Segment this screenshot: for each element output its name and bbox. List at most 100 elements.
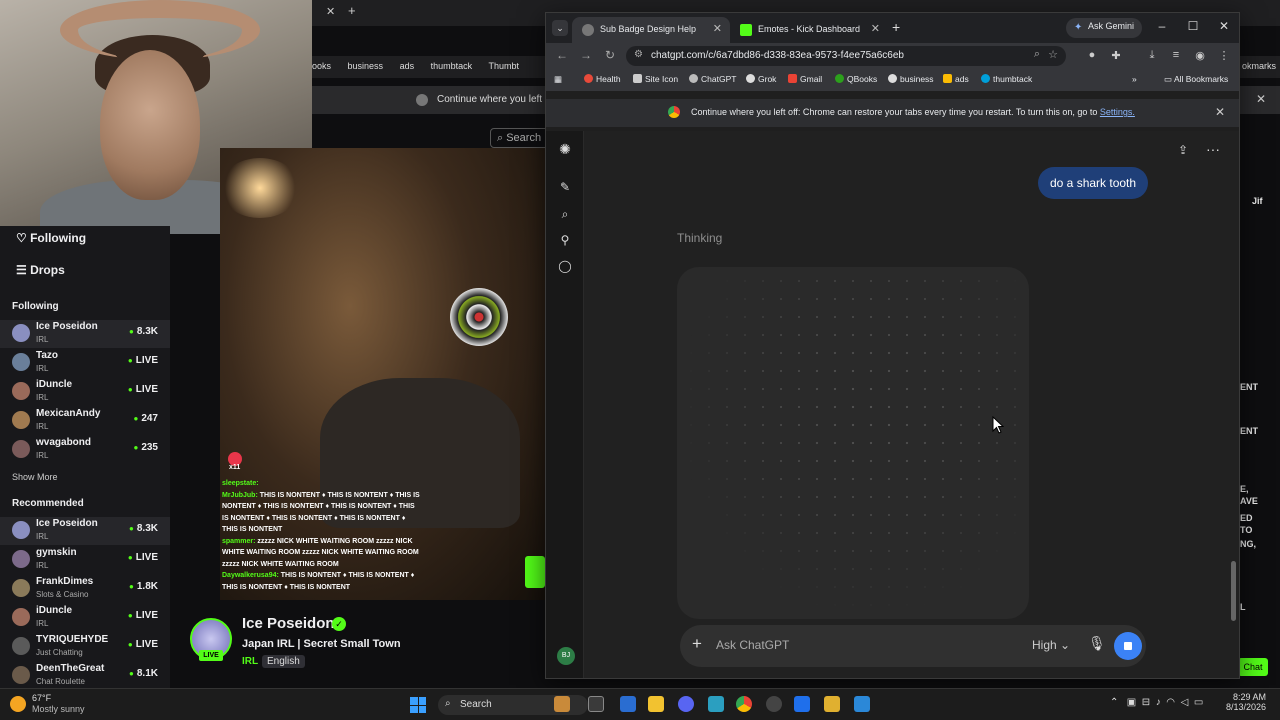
chrome-app-icon[interactable] [736,696,752,712]
bookmark-item[interactable]: thumbtack [431,61,473,71]
taskbar-clock[interactable]: 8:29 AM 8/13/2026 [1214,692,1266,712]
nav-following[interactable]: ♡ Following [16,231,86,245]
settings-link[interactable]: Settings. [1100,107,1135,117]
bookmark-business[interactable]: business [888,74,934,84]
extension-icon[interactable]: ● [1084,49,1100,61]
sidebar-channel[interactable]: DeenTheGreat Chat Roulette 8.1K [0,662,170,690]
sidebar-channel[interactable]: Ice Poseidon IRL 8.3K [0,517,170,545]
close-tab-icon[interactable]: ✕ [713,22,722,35]
minimize-icon[interactable]: – [1153,19,1171,33]
back-icon[interactable]: ← [554,48,570,62]
download-icon[interactable]: ⤓ [1144,49,1160,62]
zoom-icon[interactable]: ⌕ [1034,48,1040,61]
sidebar-channel[interactable]: iDuncle IRL LIVE [0,378,170,406]
bookmark-item[interactable]: business [348,61,384,71]
sidebar-channel[interactable]: Ice Poseidon IRL 8.3K [0,320,170,348]
tab-sub-badge[interactable]: Sub Badge Design Help ✕ [572,17,730,43]
battery-icon[interactable]: ▭ [1194,697,1203,708]
chevron-up-icon[interactable]: ⌃ [1110,697,1118,708]
new-tab-icon[interactable]: + [348,3,356,18]
tray-app-icon[interactable]: ▣ [1127,697,1136,708]
network-icon[interactable]: ⊟ [1142,697,1150,708]
start-button[interactable] [410,697,426,713]
close-icon[interactable]: ✕ [326,5,335,18]
bookmark-site-icon[interactable]: Site Icon [633,74,678,84]
close-tab-icon[interactable]: ✕ [871,22,880,35]
bookmark-item[interactable]: Thumbt [488,61,519,71]
bookmark-thumbtack[interactable]: thumbtack [981,74,1032,84]
ask-gemini-button[interactable]: ✦ Ask Gemini [1066,18,1143,38]
user-avatar[interactable]: BJ [557,647,575,665]
forward-icon[interactable]: → [578,48,594,62]
bookmark-item[interactable]: ooks [312,61,331,71]
sidebar-channel[interactable]: MexicanAndy IRL 247 [0,407,170,435]
bookmark-item[interactable]: okmarks [1242,61,1276,71]
language-tag[interactable]: English [262,655,305,668]
media-icon[interactable]: ≡ [1168,49,1184,61]
scrollbar[interactable] [1231,561,1236,621]
site-info-icon[interactable]: ⚙ [634,49,643,60]
share-icon[interactable]: ⇪ [1178,143,1188,157]
app-icon[interactable] [824,696,840,712]
all-bookmarks[interactable]: ▭ All Bookmarks [1164,74,1228,85]
search-icon[interactable]: ⌕ [557,206,573,222]
new-chat-icon[interactable]: ✎ [557,179,573,195]
sidebar-channel[interactable]: Tazo IRL LIVE [0,349,170,377]
pin-icon[interactable]: ⚲ [557,232,573,248]
chat-composer[interactable]: + Ask ChatGPT High ⌄ 🎙︎ [680,625,1146,667]
bookmark-gmail[interactable]: Gmail [788,74,822,84]
close-infobar-icon[interactable]: ✕ [1215,105,1225,119]
microphone-icon[interactable]: ♪ [1156,697,1161,708]
chat-button[interactable]: Chat [1238,658,1268,676]
stop-generating-button[interactable] [1114,632,1142,660]
system-tray[interactable]: ⌃ ▣ ⊟ ♪ ◠ ◁ ▭ [1110,697,1203,708]
apps-icon[interactable]: ▦ [554,74,562,85]
sidebar-channel[interactable]: iDuncle IRL LIVE [0,604,170,632]
streamer-name[interactable]: Ice Poseidon [242,615,335,632]
new-tab-icon[interactable]: + [892,19,900,35]
maximize-icon[interactable]: ☐ [1184,19,1202,33]
profile-icon[interactable]: ◉ [1192,49,1208,62]
more-bookmarks-icon[interactable]: » [1132,74,1137,84]
window-close-icon[interactable]: ✕ [1215,19,1233,33]
tab-kick-dashboard[interactable]: Emotes - Kick Dashboard ✕ [730,17,888,43]
address-bar[interactable]: ⚙ chatgpt.com/c/6a7dbd86-d338-83ea-9573-… [626,46,1066,66]
bookmark-chatgpt[interactable]: ChatGPT [689,74,736,84]
show-more-link[interactable]: Show More [12,472,58,482]
wifi-icon[interactable]: ◠ [1166,697,1175,708]
app-icon[interactable] [708,696,724,712]
composer-input[interactable]: Ask ChatGPT [716,638,789,652]
stream-category[interactable]: IRL [242,656,258,667]
discord-app-icon[interactable] [678,696,694,712]
mode-selector[interactable]: High ⌄ [1032,638,1070,652]
bookmark-item[interactable]: ads [400,61,415,71]
openai-logo-icon[interactable]: ✺ [557,141,573,157]
nav-drops[interactable]: ☰ Drops [16,263,65,277]
file-explorer-icon[interactable] [648,696,664,712]
widgets-app-icon[interactable] [554,696,570,712]
extensions-puzzle-icon[interactable]: ✚ [1108,49,1124,62]
app-icon[interactable] [854,696,870,712]
bookmark-health[interactable]: Health [584,74,621,84]
volume-icon[interactable]: ◁ [1181,697,1189,708]
sidebar-channel[interactable]: FrankDimes Slots & Casino 1.8K [0,575,170,603]
app-icon[interactable] [794,696,810,712]
add-attachment-icon[interactable]: + [692,634,702,654]
bookmark-ads[interactable]: ads [943,74,969,84]
tab-search-button[interactable]: ⌄ [552,20,568,36]
task-view-icon[interactable] [588,696,604,712]
bookmark-star-icon[interactable]: ☆ [1048,48,1058,61]
reload-icon[interactable]: ↻ [602,48,618,62]
sidebar-channel[interactable]: gymskin IRL LIVE [0,546,170,574]
notepad-app-icon[interactable] [620,696,636,712]
more-options-icon[interactable]: ··· [1206,141,1220,157]
bookmark-qbooks[interactable]: QBooks [835,74,877,84]
sidebar-channel[interactable]: TYRIQUEHYDE Just Chatting LIVE [0,633,170,661]
chat-bubble-icon[interactable]: ◯ [557,258,573,274]
sidebar-channel[interactable]: wvagabond IRL 235 [0,436,170,464]
microphone-icon[interactable]: 🎙︎ [1088,635,1106,652]
bookmark-grok[interactable]: Grok [746,74,776,84]
app-icon[interactable] [766,696,782,712]
menu-icon[interactable]: ⋮ [1216,49,1232,62]
close-icon[interactable]: ✕ [1256,92,1266,106]
